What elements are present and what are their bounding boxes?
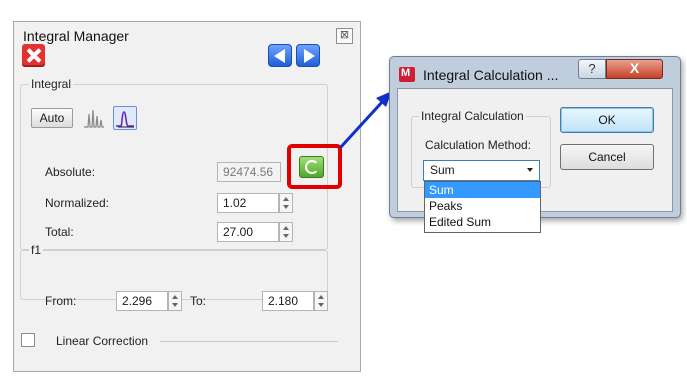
- to-spinner[interactable]: [314, 291, 328, 311]
- f1-group-label: f1: [29, 243, 44, 257]
- linear-correction-divider: [160, 341, 338, 342]
- integral-group-label: Integral: [29, 77, 74, 91]
- arrow-right-icon[interactable]: [296, 44, 320, 67]
- linear-correction-checkbox[interactable]: [21, 333, 35, 347]
- to-field[interactable]: 2.180: [262, 291, 314, 311]
- integral-calculation-group-label: Integral Calculation: [419, 109, 526, 123]
- ok-button[interactable]: OK: [560, 107, 654, 133]
- total-spinner[interactable]: [279, 222, 293, 242]
- calculation-method-label: Calculation Method:: [425, 138, 532, 152]
- panel-title: Integral Manager: [23, 28, 129, 44]
- app-logo-icon: [399, 67, 415, 82]
- help-button[interactable]: ?: [578, 59, 606, 79]
- linear-correction-label: Linear Correction: [56, 334, 149, 348]
- chevron-down-icon: [527, 168, 533, 172]
- calculation-method-select[interactable]: Sum: [423, 160, 540, 181]
- absolute-field: 92474.56: [217, 162, 281, 182]
- calculation-method-dropdown: Sum Peaks Edited Sum: [424, 181, 541, 233]
- calculation-method-value: Sum: [430, 163, 455, 177]
- auto-button[interactable]: Auto: [31, 108, 73, 128]
- cancel-button[interactable]: Cancel: [560, 144, 654, 170]
- normalized-field[interactable]: 1.02: [217, 193, 279, 213]
- dialog-close-button[interactable]: X: [606, 59, 663, 79]
- option-sum[interactable]: Sum: [425, 182, 540, 198]
- close-icon[interactable]: ⊠: [336, 28, 353, 44]
- refresh-icon[interactable]: [299, 156, 324, 178]
- dialog-title: Integral Calculation ...: [423, 67, 559, 83]
- normalized-label: Normalized:: [45, 196, 110, 210]
- total-field[interactable]: 27.00: [217, 222, 279, 242]
- peaks-icon[interactable]: [82, 106, 106, 130]
- absolute-label: Absolute:: [45, 165, 96, 179]
- total-label: Total:: [45, 225, 74, 239]
- arrow-left-icon[interactable]: [268, 44, 292, 67]
- from-field[interactable]: 2.296: [116, 291, 168, 311]
- from-spinner[interactable]: [168, 291, 182, 311]
- option-peaks[interactable]: Peaks: [425, 198, 540, 214]
- to-label: To:: [190, 294, 207, 308]
- delete-icon[interactable]: [22, 44, 45, 67]
- option-edited-sum[interactable]: Edited Sum: [425, 214, 540, 230]
- integral-curve-icon[interactable]: [113, 106, 137, 130]
- from-label: From:: [45, 294, 77, 308]
- normalized-spinner[interactable]: [279, 193, 293, 213]
- refresh-highlight: [287, 144, 342, 189]
